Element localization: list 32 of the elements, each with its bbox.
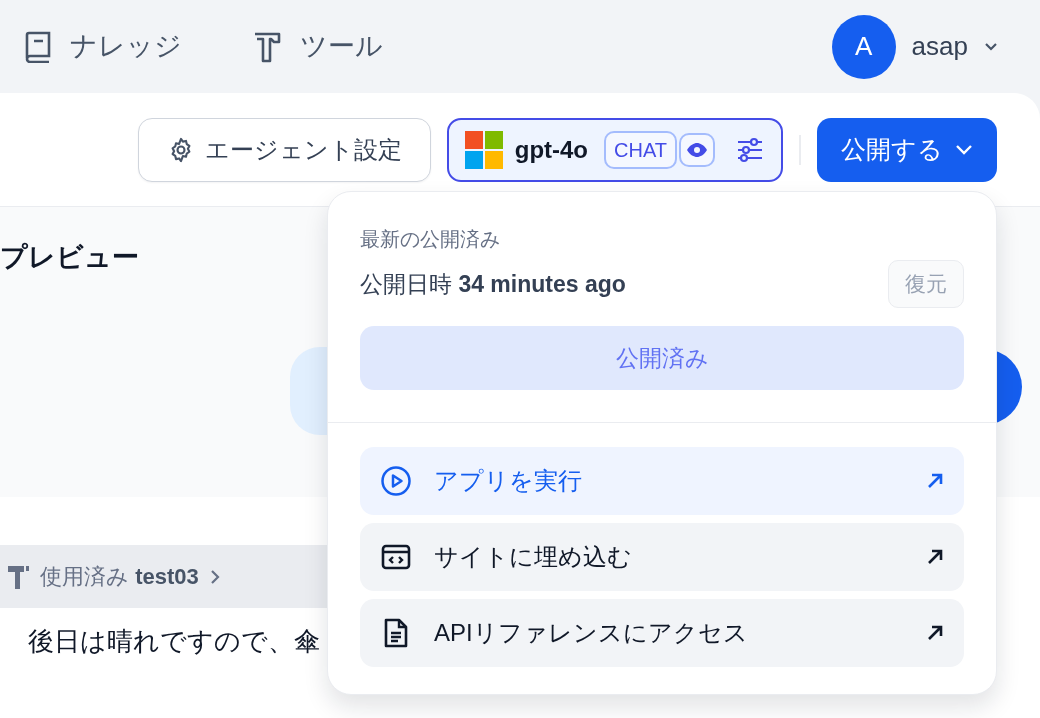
arrow-up-right-icon	[926, 548, 944, 566]
menu-item[interactable]: APIリファレンスにアクセス	[360, 599, 964, 667]
menu-item-label: サイトに埋め込む	[434, 542, 632, 572]
model-selector[interactable]: gpt-4o CHAT	[446, 117, 783, 182]
menu-item-label: アプリを実行	[434, 466, 582, 496]
message-text: 後日は晴れですので、傘	[28, 625, 320, 658]
hammer-icon	[252, 30, 282, 63]
section-heading: 最新の公開済み	[360, 227, 501, 252]
chevron-right-icon	[208, 567, 221, 586]
book-icon	[24, 30, 52, 63]
menu-item[interactable]: サイトに埋め込む	[360, 523, 964, 591]
model-name: gpt-4o	[514, 134, 589, 165]
chevron-down-icon	[955, 143, 973, 156]
windows-logo-icon	[464, 130, 503, 169]
nav-link[interactable]: ナレッジ	[24, 26, 182, 67]
user-name[interactable]: asap	[911, 27, 968, 66]
chevron-down-icon	[984, 41, 998, 52]
arrow-up-right-icon	[926, 624, 944, 642]
preview-title: プレビュー	[0, 241, 139, 274]
arrow-up-right-icon	[926, 472, 944, 490]
publish-button[interactable]: 公開する	[817, 117, 997, 182]
eye-icon	[679, 132, 715, 167]
menu-item-label: APIリファレンスにアクセス	[434, 618, 748, 648]
menu-item[interactable]: アプリを実行	[360, 447, 964, 515]
publish-time: 公開日時 34 minutes ago	[360, 269, 626, 299]
model-type-tag: CHAT	[604, 130, 677, 169]
play-icon	[380, 465, 412, 497]
agent-settings-button[interactable]: エージェント設定	[137, 117, 431, 182]
tool-usage-text: 使用済み test03	[40, 563, 199, 591]
nav-link[interactable]: ツール	[252, 26, 383, 67]
user-avatar[interactable]: A	[831, 14, 896, 79]
hammer-icon	[6, 563, 30, 590]
